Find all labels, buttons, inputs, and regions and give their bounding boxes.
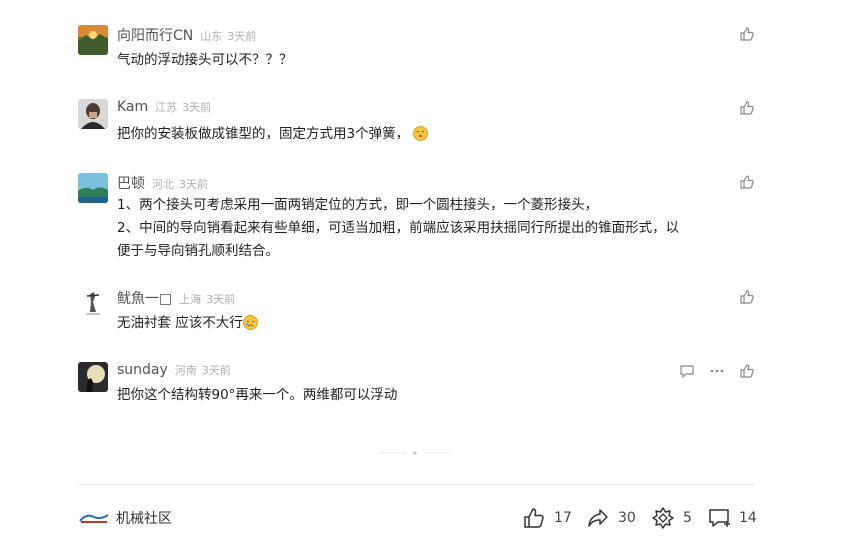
separator <box>380 444 450 456</box>
crying-emoji-icon <box>242 315 258 330</box>
timestamp: 3天前 <box>206 293 236 306</box>
timestamp: 3天前 <box>182 101 212 114</box>
comment-text: 气动的浮动接头可以不？？？ <box>117 52 293 68</box>
community-name[interactable]: 机械社区 <box>116 508 172 528</box>
like-count: 17 <box>554 510 572 526</box>
comment-count: 14 <box>739 510 757 526</box>
thumbs-up-icon <box>524 508 544 528</box>
comment-plus-icon <box>709 509 730 527</box>
avatar[interactable] <box>78 362 108 392</box>
comment-text-row: 无油衬套 应该不大行 <box>117 312 757 335</box>
thumbs-up-icon[interactable] <box>739 100 755 116</box>
username[interactable]: Kam <box>117 99 148 115</box>
comment-text-line: 2、中间的导向销看起来有些单细，可适当加粗，前端应该采用扶摇同行所提出的锥面形式… <box>117 220 680 236</box>
avatar[interactable] <box>78 99 108 129</box>
comment-text: 把你这个结构转90°再来一个。两维都可以浮动 <box>117 387 398 403</box>
share-count: 30 <box>618 510 636 526</box>
avatar[interactable] <box>78 173 108 203</box>
share-button[interactable]: 30 <box>586 506 636 530</box>
location: 上海 <box>179 293 202 306</box>
username[interactable]: 向阳而行CN <box>117 25 193 45</box>
thumbs-up-icon[interactable] <box>739 26 755 42</box>
timestamp: 3天前 <box>179 178 208 191</box>
location: 山东 <box>200 30 223 43</box>
timestamp: 3天前 <box>227 30 257 43</box>
comment-button[interactable]: 14 <box>707 506 757 530</box>
kiss-emoji-icon <box>413 126 429 141</box>
location: 河南 <box>174 364 197 377</box>
thumbs-up-icon[interactable] <box>739 363 755 379</box>
comment-text: 把你的安装板做成锥型的，固定方式用3个弹簧， <box>117 126 410 142</box>
comment-text-line: 1、两个接头可考虑采用一面两销定位的方式，即一个圆柱接头，一个菱形接头， <box>117 197 599 213</box>
divider <box>78 484 755 485</box>
community-logo-icon[interactable] <box>78 510 110 524</box>
reply-icon[interactable] <box>679 363 695 379</box>
comment-text: 1、两个接头可考虑采用一面两销定位的方式，即一个圆柱接头，一个菱形接头， 2、中… <box>117 194 757 263</box>
more-icon[interactable] <box>709 363 725 379</box>
collect-button[interactable]: 5 <box>651 506 692 530</box>
share-arrow-icon <box>588 509 608 527</box>
avatar[interactable] <box>78 25 108 55</box>
timestamp: 3天前 <box>201 364 231 377</box>
username[interactable]: 鱿魚一□ <box>117 288 172 308</box>
thumbs-up-icon[interactable] <box>739 289 755 305</box>
username[interactable]: sunday <box>117 362 168 378</box>
thumbs-up-icon[interactable] <box>739 174 755 190</box>
location: 江苏 <box>155 101 178 114</box>
comment-text-line: 便于与导向销孔顺利结合。 <box>117 243 279 259</box>
avatar[interactable] <box>78 288 108 318</box>
location: 河北 <box>152 178 174 191</box>
like-button[interactable]: 17 <box>522 506 572 530</box>
comment-text-row: 把你的安装板做成锥型的，固定方式用3个弹簧， <box>117 123 757 146</box>
username[interactable]: 巴顿 <box>117 173 145 193</box>
gear-star-icon <box>652 507 674 529</box>
collect-count: 5 <box>683 510 692 526</box>
comment-text: 无油衬套 应该不大行 <box>117 315 243 331</box>
footer-bar: 机械社区 17 30 5 14 <box>78 506 757 530</box>
